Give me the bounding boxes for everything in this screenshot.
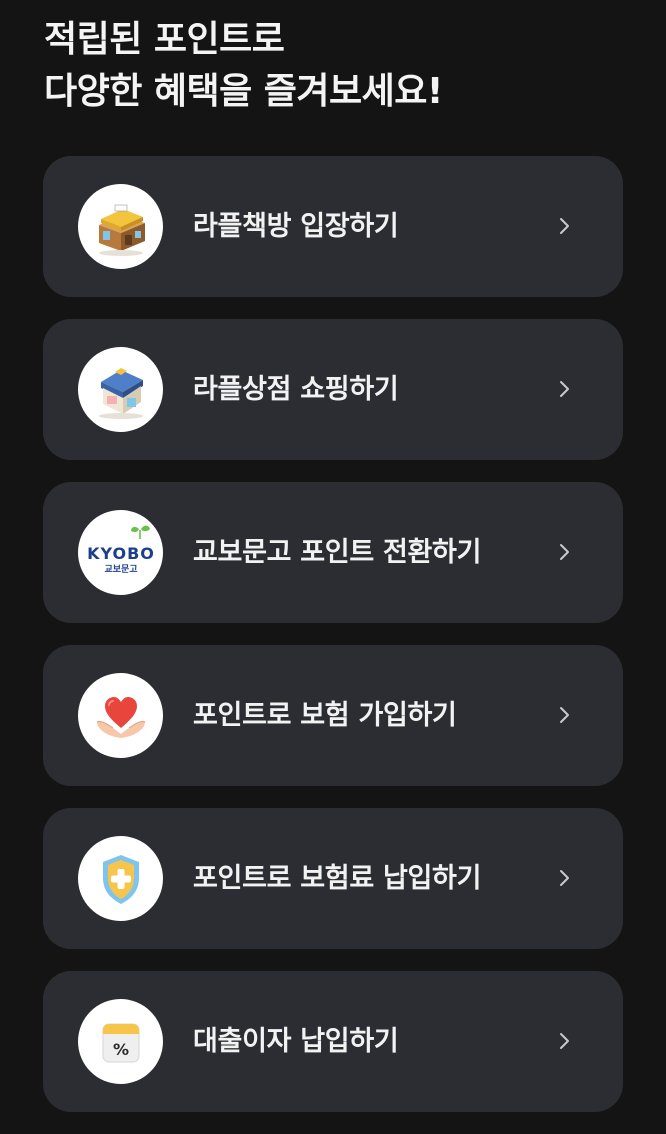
menu-item-insurance-join[interactable]: 포인트로 보험 가입하기 bbox=[43, 645, 623, 786]
page-title-line-2: 다양한 혜택을 즐겨보세요! bbox=[44, 71, 443, 112]
chevron-right-icon bbox=[560, 870, 569, 886]
bookstore-icon bbox=[78, 184, 163, 269]
page-title: 적립된 포인트로 다양한 혜택을 즐겨보세요! bbox=[44, 14, 443, 118]
percent-calendar-icon: % bbox=[78, 999, 163, 1084]
menu-item-label: 포인트로 보험료 납입하기 bbox=[193, 863, 482, 894]
menu-item-label: 포인트로 보험 가입하기 bbox=[193, 700, 457, 731]
shop-icon bbox=[78, 347, 163, 432]
chevron-right-icon bbox=[560, 381, 569, 397]
heart-hands-icon bbox=[78, 673, 163, 758]
kyobo-logo-text: KYOBO bbox=[87, 544, 155, 563]
menu-item-shop[interactable]: 라플상점 쇼핑하기 bbox=[43, 319, 623, 460]
menu-item-label: 대출이자 납입하기 bbox=[193, 1026, 399, 1057]
chevron-right-icon bbox=[560, 707, 569, 723]
menu-item-label: 라플책방 입장하기 bbox=[193, 211, 399, 242]
menu-item-kyobo-points[interactable]: KYOBO 교보문고 교보문고 포인트 전환하기 bbox=[43, 482, 623, 623]
percent-glyph: % bbox=[112, 1040, 128, 1059]
benefits-screen: 적립된 포인트로 다양한 혜택을 즐겨보세요! 라플책방 입장하기 라플상점 쇼… bbox=[0, 0, 666, 1126]
menu-item-loan-interest[interactable]: % 대출이자 납입하기 bbox=[43, 971, 623, 1112]
chevron-right-icon bbox=[560, 544, 569, 560]
benefit-menu-list: 라플책방 입장하기 라플상점 쇼핑하기 KYOBO 교보문고 교보문고 포인트 … bbox=[43, 156, 623, 1134]
shield-plus-icon bbox=[78, 836, 163, 921]
menu-item-label: 교보문고 포인트 전환하기 bbox=[193, 537, 482, 568]
page-title-line-1: 적립된 포인트로 bbox=[44, 19, 285, 60]
menu-item-bookstore[interactable]: 라플책방 입장하기 bbox=[43, 156, 623, 297]
menu-item-insurance-premium[interactable]: 포인트로 보험료 납입하기 bbox=[43, 808, 623, 949]
kyobo-logo-subtext: 교보문고 bbox=[104, 564, 137, 575]
kyobo-logo-icon: KYOBO 교보문고 bbox=[78, 510, 163, 595]
menu-item-label: 라플상점 쇼핑하기 bbox=[193, 374, 399, 405]
chevron-right-icon bbox=[560, 1033, 569, 1049]
chevron-right-icon bbox=[560, 218, 569, 234]
